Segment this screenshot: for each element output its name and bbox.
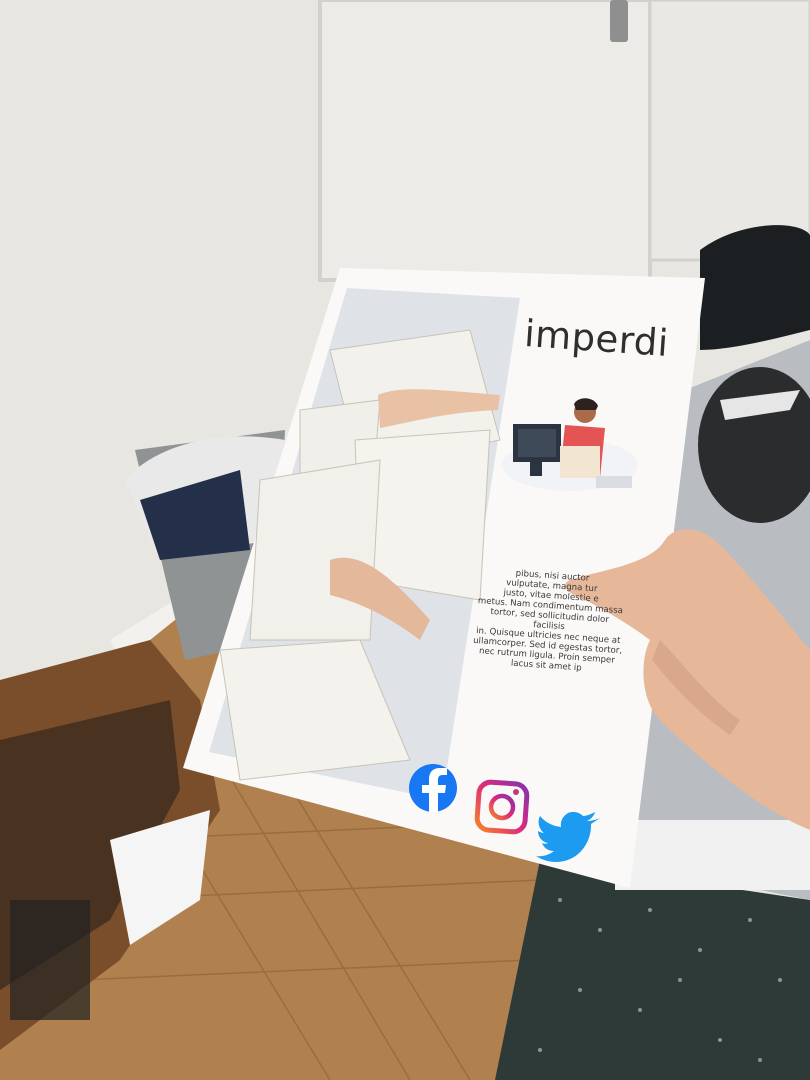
flyer-title: imperdi — [523, 312, 671, 365]
flyer: imperdi pibus, nisi auctor vulputate, ma… — [0, 0, 810, 1080]
flyer-body-text: pibus, nisi auctor vulputate, magna tur … — [471, 566, 628, 676]
